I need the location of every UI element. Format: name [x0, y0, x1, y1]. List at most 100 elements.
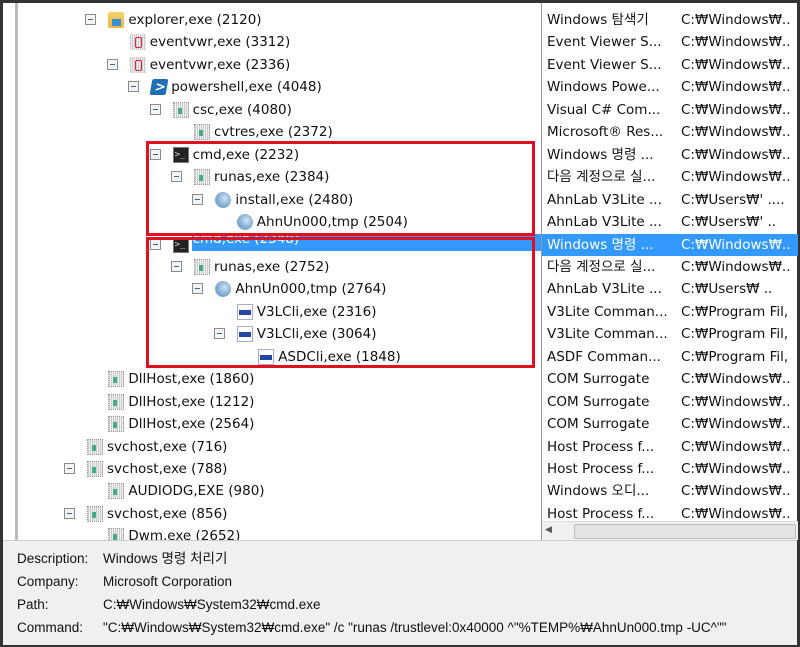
tree-row[interactable]: cvtres,exe (2372): [18, 121, 544, 143]
process-name: eventvwr,exe (3312): [149, 34, 291, 51]
generic-exe-icon: [108, 393, 125, 410]
description-cell: AhnLab V3Lite ...: [547, 214, 662, 231]
tree-row[interactable]: DllHost,exe (1860): [18, 368, 544, 390]
description-cell: COM Surrogate: [547, 393, 650, 410]
process-name: explorer,exe (2120): [128, 12, 262, 28]
generic-exe-icon: [172, 101, 189, 118]
highlight-box-2: [146, 237, 535, 368]
process-name: svchost,exe (716): [107, 438, 228, 455]
highlight-box-1: [146, 141, 535, 236]
column-row[interactable]: Windows 명령 ... C:₩Windows₩..: [542, 233, 798, 256]
description-cell: COM Surrogate: [547, 416, 650, 433]
path-cell: C:₩Program Fil,: [681, 303, 789, 320]
generic-exe-icon: [87, 438, 103, 455]
collapse-icon[interactable]: [64, 463, 75, 474]
description-cell: 다음 계정으로 실...: [547, 258, 656, 275]
path-cell: C:₩Users₩' ....: [681, 191, 785, 208]
collapse-icon[interactable]: [85, 14, 97, 25]
column-row[interactable]: Windows 오디... C:₩Windows₩..: [542, 480, 798, 502]
path-cell: C:₩Windows₩..: [681, 416, 791, 433]
column-row[interactable]: V3Lite Comman... C:₩Program Fil,: [542, 323, 798, 345]
column-row[interactable]: Event Viewer S... C:₩Windows₩..: [542, 31, 798, 53]
event-viewer-icon: [129, 34, 146, 51]
path-cell: C:₩Windows₩..: [681, 393, 791, 410]
column-row[interactable]: Windows 탐색기 C:₩Windows₩..: [542, 9, 798, 31]
path-cell: C:₩Windows₩..: [681, 483, 791, 500]
generic-exe-icon: [108, 483, 125, 500]
path-cell: C:₩Users₩ ..: [681, 281, 773, 298]
scroll-left-arrow-icon[interactable]: ◀: [545, 525, 552, 535]
tree-row[interactable]: svchost,exe (788): [18, 458, 544, 480]
process-name: csc,exe (4080): [192, 101, 292, 118]
scrollbar-thumb[interactable]: [574, 524, 796, 539]
column-row[interactable]: Windows 명령 ... C:₩Windows₩..: [542, 144, 798, 166]
path-cell: C:₩Windows₩..: [681, 169, 791, 186]
generic-exe-icon: [108, 371, 125, 388]
column-row[interactable]: 다음 계정으로 실... C:₩Windows₩..: [542, 166, 798, 188]
company-value: Microsoft Corporation: [103, 574, 233, 589]
column-row[interactable]: Host Process f... C:₩Windows₩..: [542, 458, 798, 480]
description-cell: Microsoft® Res...: [547, 124, 664, 141]
description-cell: Windows 오디...: [547, 483, 650, 500]
tree-row[interactable]: svchost,exe (856): [18, 503, 544, 525]
collapse-icon[interactable]: [106, 58, 118, 70]
process-name: DllHost,exe (1212): [128, 393, 255, 410]
process-name: cvtres,exe (2372): [214, 124, 333, 141]
details-panel: Description: Windows 명령 처리기 Company: Mic…: [3, 540, 797, 645]
path-cell: C:₩Windows₩..: [681, 56, 791, 73]
path-cell: C:₩Windows₩..: [681, 438, 791, 455]
tree-row[interactable]: DllHost,exe (1212): [18, 391, 544, 413]
tree-row[interactable]: Dwm,exe (2652): [18, 525, 544, 540]
collapse-icon[interactable]: [128, 81, 140, 93]
path-cell: C:₩Windows₩..: [681, 124, 791, 141]
tree-row[interactable]: svchost,exe (716): [18, 436, 544, 458]
column-row[interactable]: AhnLab V3Lite ... C:₩Users₩' ..: [542, 211, 798, 233]
column-row[interactable]: V3Lite Comman... C:₩Program Fil,: [542, 301, 798, 323]
command-label: Command:: [17, 620, 84, 635]
path-cell: C:₩Users₩' ..: [681, 214, 777, 231]
column-row[interactable]: COM Surrogate C:₩Windows₩..: [542, 413, 798, 435]
column-row[interactable]: 다음 계정으로 실... C:₩Windows₩..: [542, 256, 798, 278]
process-name: AUDIODG,EXE (980): [128, 483, 265, 500]
tree-row[interactable]: explorer,exe (2120): [18, 9, 544, 31]
tree-row[interactable]: AUDIODG,EXE (980): [18, 480, 544, 502]
description-value: Windows 명령 처리기: [103, 551, 228, 566]
column-row[interactable]: AhnLab V3Lite ... C:₩Users₩ ..: [542, 278, 798, 300]
column-row[interactable]: Visual C# Com... C:₩Windows₩..: [542, 99, 798, 121]
collapse-icon[interactable]: [64, 507, 75, 519]
description-cell: Visual C# Com...: [547, 101, 661, 118]
column-row[interactable]: COM Surrogate C:₩Windows₩..: [542, 368, 798, 390]
column-row[interactable]: Microsoft® Res... C:₩Windows₩..: [542, 121, 798, 143]
process-name: eventvwr,exe (2336): [149, 56, 291, 73]
column-row[interactable]: ASDF Comman... C:₩Program Fil,: [542, 346, 798, 368]
description-cell: Host Process f...: [547, 438, 655, 455]
tree-row[interactable]: eventvwr,exe (3312): [18, 31, 544, 53]
path-cell: C:₩Windows₩..: [681, 12, 791, 28]
column-row[interactable]: Windows Powe... C:₩Windows₩..: [542, 76, 798, 98]
horizontal-scrollbar[interactable]: ◀: [542, 521, 798, 540]
description-cell: Windows 명령 ...: [547, 236, 654, 253]
column-row[interactable]: COM Surrogate C:₩Windows₩..: [542, 391, 798, 413]
column-row[interactable]: Event Viewer S... C:₩Windows₩..: [542, 54, 798, 76]
description-label: Description:: [17, 551, 89, 566]
tree-row[interactable]: DllHost,exe (2564): [18, 413, 544, 435]
process-name: svchost,exe (856): [107, 505, 228, 522]
generic-exe-icon: [108, 416, 125, 433]
tree-row[interactable]: eventvwr,exe (2336): [18, 54, 544, 76]
description-cell: V3Lite Comman...: [547, 326, 668, 343]
generic-exe-icon: [87, 461, 103, 477]
process-name: DllHost,exe (1860): [128, 371, 255, 388]
process-columns[interactable]: Host Process f... C:₩Windows₩.. Windows 오디…: [541, 3, 798, 540]
tree-row[interactable]: powershell,exe (4048): [18, 76, 544, 98]
path-cell: C:₩Windows₩..: [681, 258, 791, 275]
description-cell: 다음 계정으로 실...: [547, 169, 656, 186]
collapse-icon[interactable]: [149, 103, 161, 115]
tree-row[interactable]: csc,exe (4080): [18, 99, 544, 121]
process-name: svchost,exe (788): [107, 461, 228, 477]
path-cell: C:₩Windows₩..: [681, 461, 791, 477]
column-row[interactable]: AhnLab V3Lite ... C:₩Users₩' ....: [542, 189, 798, 211]
column-row[interactable]: Host Process f... C:₩Windows₩..: [542, 436, 798, 458]
generic-exe-icon: [194, 124, 210, 141]
path-cell: C:₩Windows₩..: [681, 101, 791, 118]
path-cell: C:₩Windows₩..: [681, 146, 791, 163]
